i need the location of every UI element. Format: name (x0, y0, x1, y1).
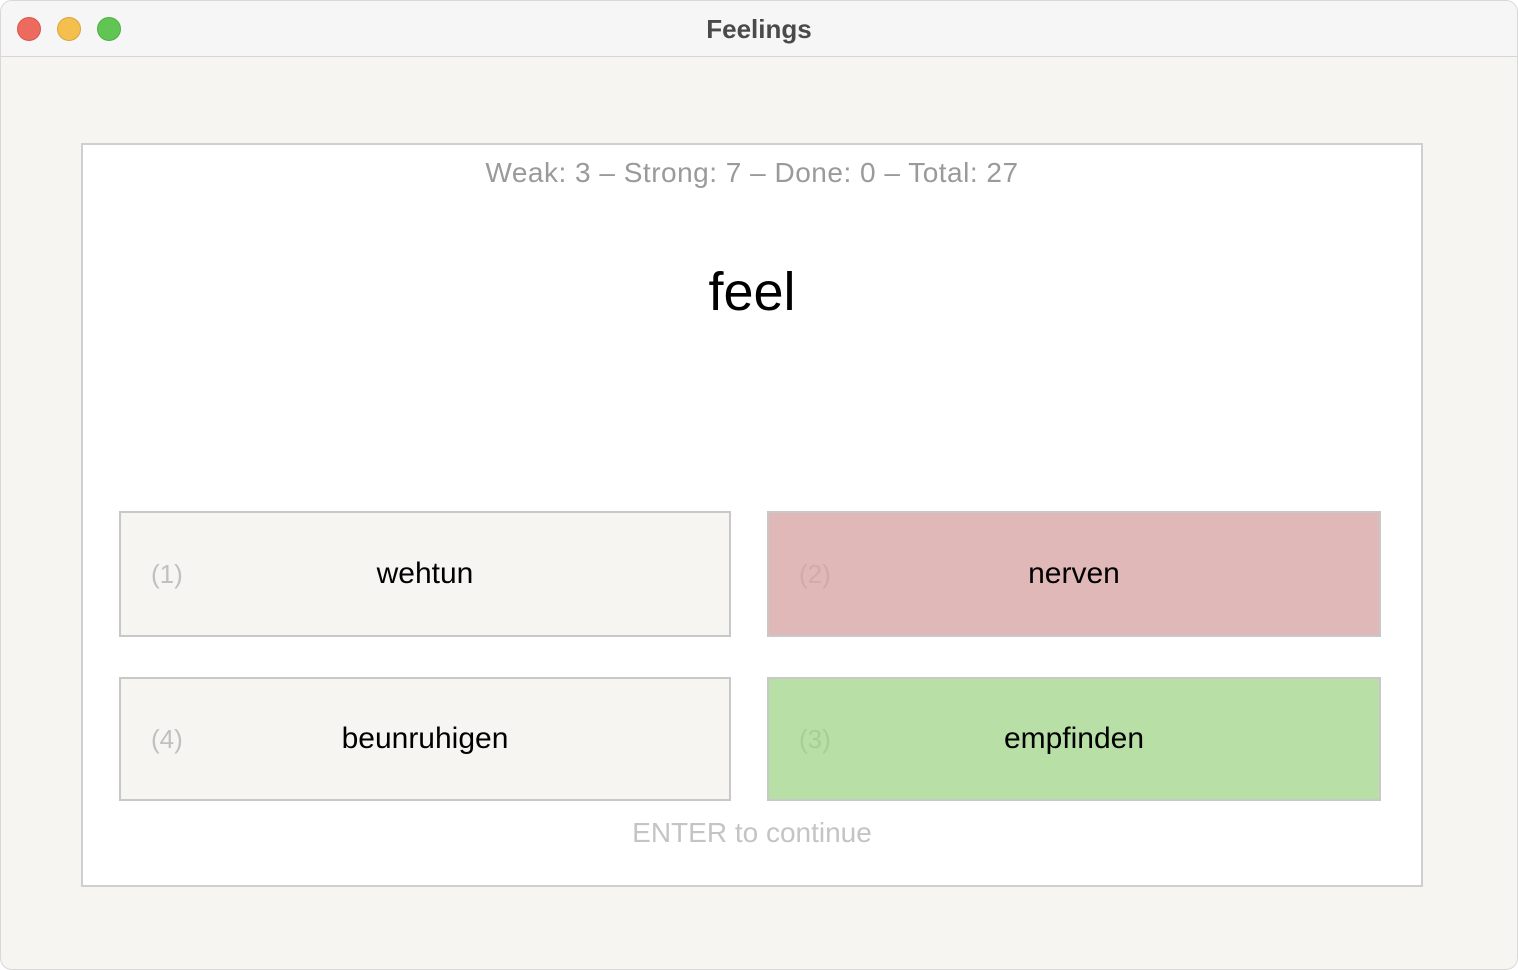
quiz-prompt-word: feel (708, 262, 796, 322)
title-bar: Feelings (1, 1, 1517, 57)
continue-hint: ENTER to continue (632, 817, 872, 848)
option-word: wehtun (376, 557, 474, 590)
answer-option-1[interactable]: (1) wehtun (119, 511, 731, 637)
window-title: Feelings (706, 14, 812, 44)
option-word: nerven (1028, 557, 1120, 590)
option-word: beunruhigen (341, 722, 509, 755)
answer-option-4[interactable]: (4) beunruhigen (119, 677, 731, 801)
quiz-card: Weak: 3 – Strong: 7 – Done: 0 – Total: 2… (81, 143, 1423, 887)
progress-stats: Weak: 3 – Strong: 7 – Done: 0 – Total: 2… (485, 157, 1019, 188)
app-window: Feelings Weak: 3 – Strong: 7 – Done: 0 –… (0, 0, 1518, 970)
answer-option-2[interactable]: (2) nerven (767, 511, 1381, 637)
answer-option-3[interactable]: (3) empfinden (767, 677, 1381, 801)
option-word: empfinden (1003, 722, 1145, 755)
